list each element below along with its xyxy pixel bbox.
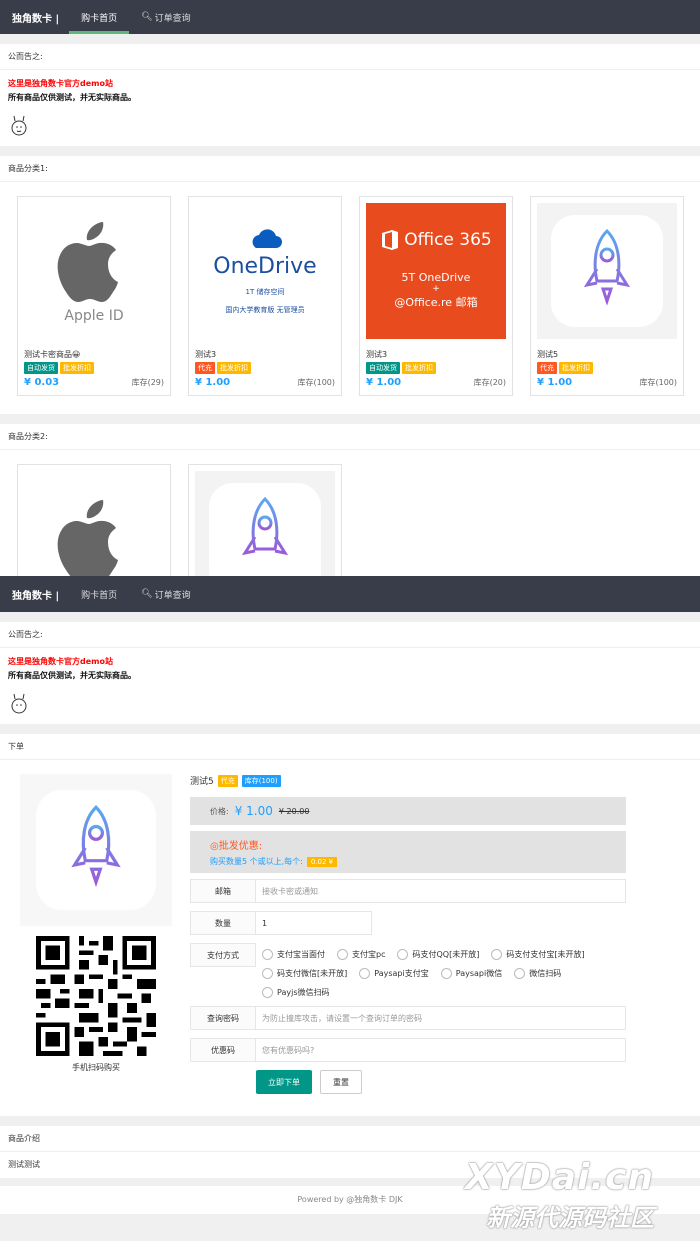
- top-navbar: 独角数卡 | 购卡首页 🔍︎ 订单查询: [0, 0, 700, 34]
- rabbit-emoji-icon: [11, 115, 27, 136]
- radio-icon: [397, 949, 409, 960]
- product-card[interactable]: Office 365 5T OneDrive + @Office.re 邮箱 测…: [359, 196, 513, 396]
- notice-red: 这里是独角数卡官方demo站: [8, 79, 113, 88]
- nav-home[interactable]: 购卡首页: [69, 576, 129, 612]
- payment-option[interactable]: Payjs微信扫码: [262, 987, 330, 998]
- radio-icon: [262, 949, 273, 960]
- qr-label: 手机扫码购买: [72, 1063, 120, 1072]
- wholesale-box: ◎批发优惠: 购买数量5 个或以上,每个: 0.02 ¥: [190, 831, 626, 873]
- qr-code-icon: [36, 936, 156, 1056]
- radio-icon: [262, 968, 273, 979]
- radio-icon: [491, 949, 503, 960]
- submit-order-button[interactable]: 立即下单: [256, 1070, 312, 1094]
- wholesale-price: 0.02 ¥: [306, 856, 338, 867]
- order-panel: 下单 手机扫码购买 测试5 代充 库存(100) 价格: ¥ 1.00 ¥ 20…: [0, 734, 700, 1116]
- reset-button[interactable]: 重置: [320, 1070, 362, 1094]
- payment-option[interactable]: 码支付QQ[未开放]: [397, 949, 479, 960]
- old-price: ¥ 20.00: [278, 806, 310, 816]
- notice-panel: 公而告之: 这里是独角数卡官方demo站 所有商品仅供测试，并无实际商品。: [0, 622, 700, 724]
- qr-code-box: 手机扫码购买: [14, 936, 178, 1106]
- watermark: XYDai.cn 新源代源码社区: [465, 1157, 654, 1232]
- product-image: [537, 203, 677, 339]
- payment-options: 支付宝当面付 支付宝pc 码支付QQ[未开放] 码支付支付宝[未开放] 码支付微…: [256, 943, 626, 998]
- order-page-screenshot: 独角数卡 | 购卡首页 🔍︎ 订单查询 公而告之: 这里是独角数卡官方demo站 …: [0, 576, 700, 1241]
- product-image: Office 365 5T OneDrive + @Office.re 邮箱: [366, 203, 506, 339]
- radio-icon: [359, 968, 371, 979]
- radio-icon: [262, 987, 273, 998]
- search-icon: 🔍︎: [141, 589, 153, 599]
- search-password-field[interactable]: 为防止撞库攻击，请设置一个查询订单的密码: [256, 1006, 626, 1030]
- top-navbar: 独角数卡 | 购卡首页 🔍︎ 订单查询: [0, 576, 700, 612]
- brand-logo[interactable]: 独角数卡 |: [0, 10, 69, 25]
- brand-logo[interactable]: 独角数卡 |: [0, 587, 69, 602]
- payment-option[interactable]: Paysapi微信: [440, 968, 502, 979]
- stock-badge: 库存(100): [241, 774, 281, 787]
- search-password-label: 查询密码: [190, 1006, 256, 1030]
- coupon-label: 优惠码: [190, 1038, 256, 1062]
- cloud-icon: [252, 228, 282, 248]
- radio-icon: [337, 949, 348, 960]
- notice-panel: 公而告之: 这里是独角数卡官方demo站 所有商品仅供测试，并无实际商品。: [0, 44, 700, 146]
- rocket-icon: [36, 790, 156, 910]
- product-card[interactable]: 测试5 代充 批发折扣 ¥ 1.00 库存(100): [530, 196, 684, 396]
- product-title: 测试5: [190, 777, 214, 787]
- rabbit-emoji-icon: [11, 693, 27, 714]
- tag-badge: 代充: [217, 774, 238, 787]
- coupon-field[interactable]: 您有优惠码吗?: [256, 1038, 626, 1062]
- payment-option[interactable]: 微信扫码: [514, 968, 561, 979]
- product-image: OneDrive 1T 储存空间 国内大学教育版 无管理员: [195, 203, 335, 339]
- quantity-label: 数量: [190, 911, 256, 935]
- radio-icon: [440, 968, 452, 979]
- email-label: 邮箱: [190, 879, 256, 903]
- email-field[interactable]: 接收卡密或通知: [256, 879, 626, 903]
- office-logo-icon: [382, 230, 399, 250]
- apple-logo-icon: [57, 222, 118, 302]
- payment-option[interactable]: 码支付支付宝[未开放]: [491, 949, 585, 960]
- nav-order-query[interactable]: 🔍︎ 订单查询: [129, 0, 202, 34]
- notice-red: 这里是独角数卡官方demo站: [8, 657, 113, 666]
- quantity-field[interactable]: 1: [256, 911, 372, 935]
- payment-option[interactable]: Paysapi支付宝: [359, 968, 429, 979]
- price-box: 价格: ¥ 1.00 ¥ 20.00: [190, 797, 626, 825]
- notice-header: 公而告之:: [0, 622, 700, 648]
- category2-header: 商品分类2:: [0, 424, 700, 450]
- notice-black: 所有商品仅供测试，并无实际商品。: [8, 671, 136, 680]
- category1-header: 商品分类1:: [0, 156, 700, 182]
- apple-logo-icon: [57, 500, 118, 580]
- product-card[interactable]: OneDrive 1T 储存空间 国内大学教育版 无管理员 测试3 代充 批发折扣…: [188, 196, 342, 396]
- nav-order-query[interactable]: 🔍︎ 订单查询: [129, 576, 202, 612]
- payment-option[interactable]: 支付宝pc: [337, 949, 385, 960]
- current-price: ¥ 1.00: [234, 804, 273, 818]
- rocket-icon: [551, 215, 663, 327]
- product-image: Apple ID: [24, 203, 164, 339]
- notice-black: 所有商品仅供测试，并无实际商品。: [8, 93, 136, 102]
- nav-home[interactable]: 购卡首页: [69, 0, 130, 34]
- category1-panel: 商品分类1: Apple ID 测试卡密商品😀 自动发货 批发折扣 ¥ 0.03 库…: [0, 156, 700, 414]
- product-image: [20, 774, 172, 926]
- intro-header: 商品介绍: [0, 1126, 700, 1152]
- product-card[interactable]: Apple ID 测试卡密商品😀 自动发货 批发折扣 ¥ 0.03 库存(29): [17, 196, 171, 396]
- search-icon: 🔍︎: [141, 12, 153, 22]
- payment-label: 支付方式: [190, 943, 256, 967]
- payment-option[interactable]: 码支付微信[未开放]: [262, 968, 347, 979]
- radio-icon: [514, 968, 526, 979]
- payment-option[interactable]: 支付宝当面付: [262, 949, 325, 960]
- wholesale-title: ◎批发优惠:: [210, 841, 263, 852]
- order-header: 下单: [0, 734, 700, 760]
- notice-header: 公而告之:: [0, 44, 700, 70]
